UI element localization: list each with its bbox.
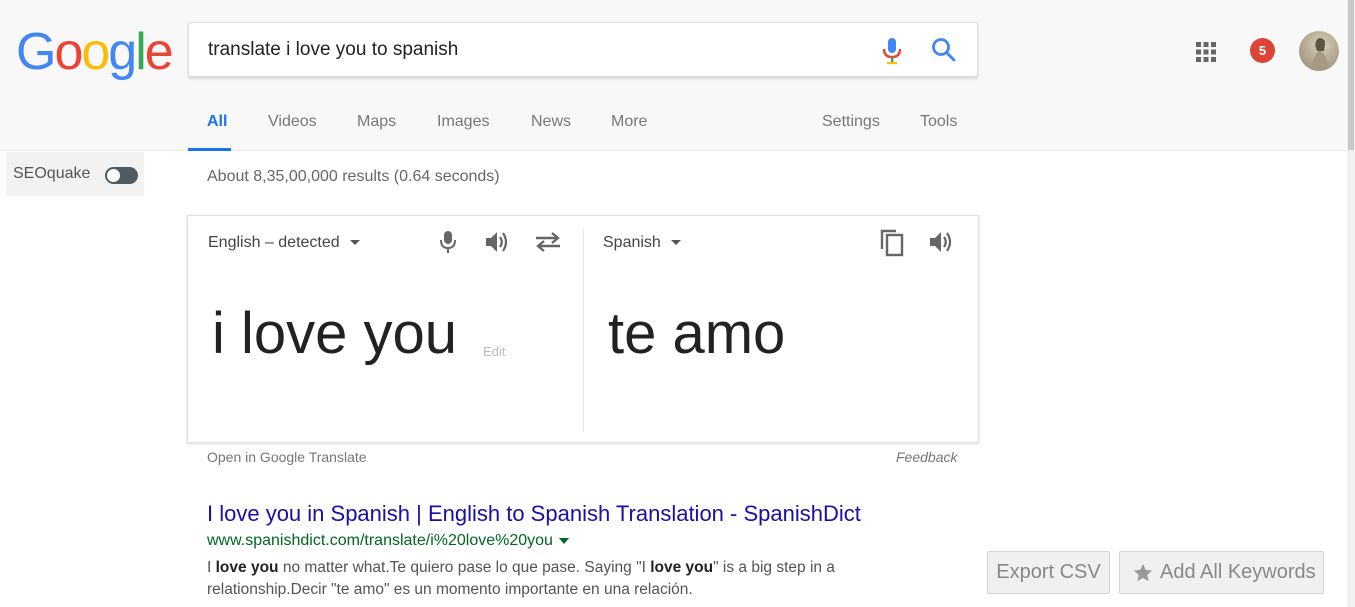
- seoquake-label: SEOquake: [13, 165, 91, 182]
- feedback-link[interactable]: Feedback: [896, 449, 957, 465]
- notification-badge[interactable]: 5: [1250, 38, 1275, 63]
- result-stats: About 8,35,00,000 results (0.64 seconds): [207, 168, 500, 185]
- avatar[interactable]: [1299, 31, 1339, 71]
- star-icon: [1133, 563, 1153, 582]
- translate-card: English – detected Spanish i love you Ed…: [187, 215, 979, 443]
- logo-letter: l: [135, 23, 146, 81]
- logo-letter: g: [108, 23, 137, 81]
- tab-all[interactable]: All: [188, 106, 231, 151]
- translated-text: te amo: [608, 301, 786, 366]
- header: Google 5 All Videos Maps Imag: [0, 0, 1355, 151]
- add-all-keywords-button[interactable]: Add All Keywords: [1119, 551, 1324, 594]
- logo-letter: e: [144, 23, 174, 81]
- result-title-link[interactable]: I love you in Spanish | English to Spani…: [207, 501, 861, 527]
- search-icon[interactable]: [930, 36, 958, 64]
- mic-icon[interactable]: [439, 229, 457, 255]
- tab-more[interactable]: More: [611, 106, 647, 151]
- add-all-keywords-label: Add All Keywords: [1160, 561, 1316, 583]
- source-language-select[interactable]: English – detected: [208, 234, 360, 252]
- tab-maps[interactable]: Maps: [357, 106, 396, 151]
- apps-grid-icon[interactable]: [1196, 42, 1216, 62]
- result-snippet: I love you no matter what.Te quiero pase…: [207, 557, 887, 601]
- avatar-image: [1311, 38, 1329, 71]
- open-in-google-translate-link[interactable]: Open in Google Translate: [207, 449, 367, 465]
- logo-letter: o: [81, 23, 110, 81]
- snippet-part: I: [207, 559, 216, 576]
- snippet-part: love you: [215, 559, 279, 576]
- snippet-part: love you: [650, 559, 714, 576]
- toggle-knob: [107, 169, 120, 182]
- logo-letter: G: [16, 23, 56, 81]
- caret-down-icon[interactable]: [558, 537, 569, 544]
- speaker-icon[interactable]: [928, 229, 954, 255]
- snippet-part: no matter what.Te quiero pase lo que pas…: [278, 559, 651, 576]
- source-text[interactable]: i love you: [212, 300, 457, 367]
- target-language-select[interactable]: Spanish: [603, 234, 681, 252]
- edit-link[interactable]: Edit: [483, 344, 505, 359]
- tab-settings[interactable]: Settings: [822, 106, 880, 151]
- tab-news[interactable]: News: [531, 106, 571, 151]
- seoquake-toggle[interactable]: [105, 167, 138, 184]
- seoquake-panel: SEOquake: [6, 152, 144, 196]
- swap-icon[interactable]: [534, 231, 562, 253]
- tab-images[interactable]: Images: [437, 106, 489, 151]
- chevron-down-icon: [670, 240, 681, 246]
- export-csv-button[interactable]: Export CSV: [987, 551, 1110, 594]
- translate-divider: [583, 228, 584, 432]
- speaker-icon[interactable]: [484, 229, 510, 255]
- result-url: www.spanishdict.com/translate/i%20love%2…: [207, 532, 569, 550]
- mic-icon[interactable]: [881, 37, 903, 65]
- copy-icon[interactable]: [878, 227, 906, 257]
- search-input[interactable]: [208, 33, 848, 67]
- google-logo[interactable]: Google: [16, 23, 174, 81]
- logo-letter: o: [54, 23, 83, 81]
- tab-tools[interactable]: Tools: [920, 106, 957, 151]
- result-url-text: www.spanishdict.com/translate/i%20love%2…: [207, 532, 553, 549]
- target-language-label: Spanish: [603, 234, 661, 251]
- source-language-label: English – detected: [208, 234, 340, 251]
- chevron-down-icon: [349, 240, 360, 246]
- scrollbar-thumb[interactable]: [1348, 0, 1354, 150]
- search-box[interactable]: [188, 22, 978, 77]
- tab-videos[interactable]: Videos: [268, 106, 317, 151]
